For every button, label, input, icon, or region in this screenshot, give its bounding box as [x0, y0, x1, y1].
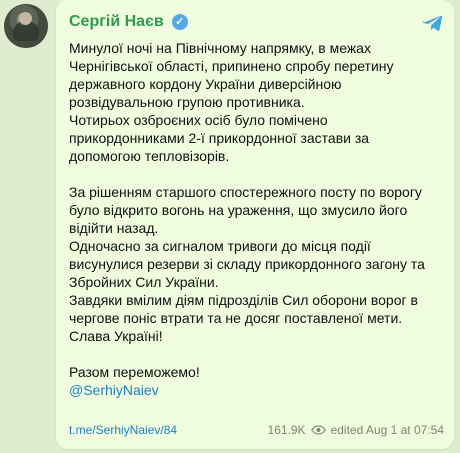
eye-icon [310, 425, 326, 435]
message-line: розвідувальною групою противника. [69, 94, 305, 110]
view-count: 161.9K [267, 423, 306, 437]
message-line: Чернігівської області, припинено спробу … [69, 58, 394, 74]
message-line: Чотирьох озброєних осіб було помічено [69, 112, 328, 128]
message-line: Збройних Сил України. [69, 274, 219, 290]
author-name[interactable]: Сергій Наєв [69, 13, 164, 31]
message-line: допомогою тепловізорів. [69, 148, 230, 164]
message-line: Слава Україні! [69, 328, 163, 344]
message-card: Сергій Наєв ✓ Минулої ночі на Північному… [56, 0, 454, 449]
mention-link[interactable]: @SerhiyNaiev [69, 381, 445, 399]
message-line: було відкрито вогонь на ураження, що зму… [69, 202, 408, 218]
message-line: Завдяки вмілим діям підрозділів Сил обор… [69, 292, 418, 308]
message-line: Минулої ночі на Північному напрямку, в м… [69, 40, 371, 56]
message-line: відійти назад. [69, 220, 159, 236]
author-avatar[interactable] [4, 4, 48, 48]
post-meta: 161.9K edited Aug 1 at 07:54 [268, 423, 444, 437]
telegram-post-view: Сергій Наєв ✓ Минулої ночі на Північному… [0, 0, 460, 453]
message-line: чергове поніс втрати та не досяг поставл… [69, 310, 403, 326]
message-line: Разом переможемо! [69, 364, 200, 380]
message-text: Минулої ночі на Північному напрямку, в м… [69, 39, 445, 399]
message-line: державного кордону України диверсійною [69, 76, 342, 92]
message-footer: t.me/SerhiyNaiev/84 161.9K edited Aug 1 … [69, 421, 444, 439]
telegram-share-icon[interactable] [422, 12, 444, 34]
message-line: висунулися резерви зі складу прикордонно… [69, 256, 425, 272]
message-header: Сергій Наєв ✓ [69, 12, 188, 32]
message-line: прикордонниками 2-ї прикордонної застави… [69, 130, 370, 146]
edited-timestamp: edited Aug 1 at 07:54 [330, 423, 444, 437]
message-line: За рішенням старшого спостережного посту… [69, 184, 422, 200]
verified-check-icon: ✓ [171, 14, 188, 30]
post-link[interactable]: t.me/SerhiyNaiev/84 [69, 423, 177, 437]
message-line: Одночасно за сигналом тривоги до місця п… [69, 238, 371, 254]
